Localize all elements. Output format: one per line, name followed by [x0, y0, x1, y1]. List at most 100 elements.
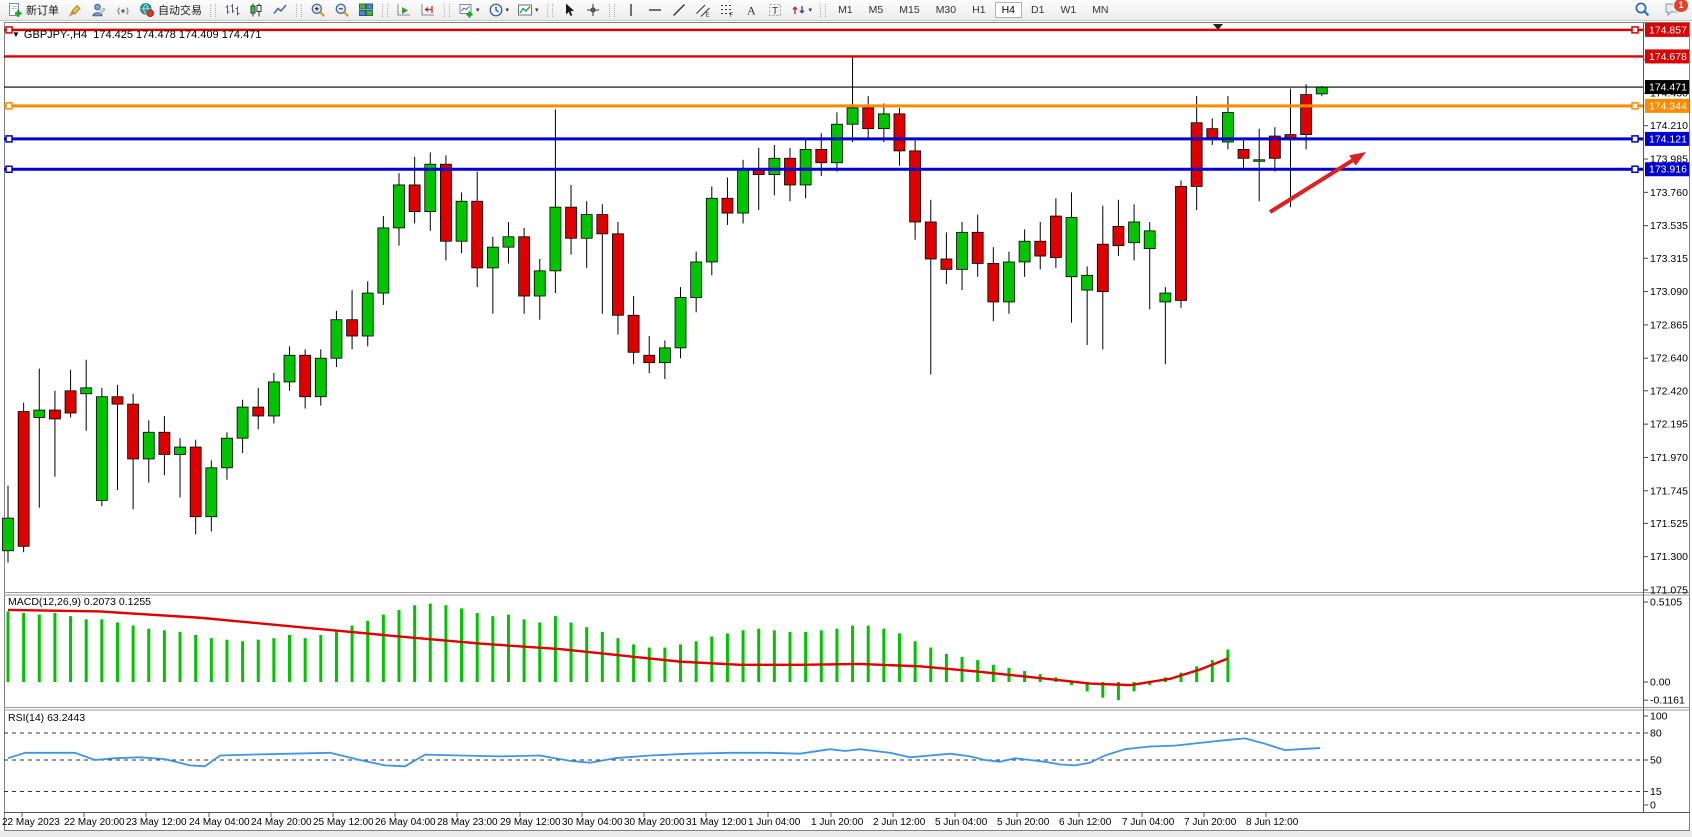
- level-line-handle[interactable]: [1632, 136, 1638, 142]
- chart-shift-button[interactable]: [416, 0, 440, 20]
- candle-body: [221, 438, 232, 468]
- auto-scroll-button[interactable]: [392, 0, 416, 20]
- chevron-down-icon: ▾: [476, 6, 480, 14]
- candle-body: [706, 198, 717, 262]
- equidistant-channel-button[interactable]: E: [691, 0, 715, 20]
- price-badge-label: 174.857: [1649, 24, 1687, 36]
- rsi-indicator-label: RSI(14) 63.2443: [8, 712, 85, 724]
- vertical-line-button[interactable]: [619, 0, 643, 20]
- level-line-handle[interactable]: [1632, 103, 1638, 109]
- timeframe-mn-button[interactable]: MN: [1085, 2, 1115, 18]
- candle-body: [347, 320, 358, 336]
- candle-body: [1082, 275, 1093, 290]
- candle-body: [1019, 241, 1030, 262]
- candle-body: [925, 222, 936, 259]
- candle-body: [534, 271, 545, 296]
- candle-body: [34, 410, 45, 417]
- timeframe-m1-button[interactable]: M1: [831, 2, 860, 18]
- timeframe-h1-button[interactable]: H1: [965, 2, 992, 18]
- candle-body: [378, 228, 389, 293]
- chevron-down-icon: ▾: [535, 6, 539, 14]
- autotrading-button[interactable]: 自动交易: [135, 0, 206, 20]
- candle-body: [800, 149, 811, 185]
- time-axis-label: 22 May 2023: [2, 817, 60, 828]
- candle-body: [284, 355, 295, 382]
- chart-window-frame: [5, 23, 1690, 831]
- candle-body: [1160, 293, 1171, 302]
- price-tick-label: 171.745: [1650, 485, 1688, 497]
- candle-body: [550, 207, 561, 271]
- candle-body: [831, 124, 842, 163]
- candle-body: [300, 355, 311, 396]
- level-line-handle[interactable]: [6, 166, 12, 172]
- candle-body: [1050, 216, 1061, 257]
- new-order-button[interactable]: 新订单: [3, 0, 63, 20]
- crosshair-button[interactable]: [581, 0, 605, 20]
- line-chart-icon: [272, 2, 288, 18]
- trendline-button[interactable]: [667, 0, 691, 20]
- timeframe-w1-button[interactable]: W1: [1053, 2, 1083, 18]
- publisher-button[interactable]: [87, 0, 111, 20]
- price-badge-label: 173.916: [1649, 164, 1687, 176]
- zoom-out-button[interactable]: [330, 0, 354, 20]
- level-line-handle[interactable]: [1632, 166, 1638, 172]
- timeframe-m5-button[interactable]: M5: [862, 2, 891, 18]
- level-line-handle[interactable]: [6, 136, 12, 142]
- price-tick-label: 173.315: [1650, 253, 1688, 265]
- search-button[interactable]: [1634, 1, 1652, 19]
- cursor-button[interactable]: [557, 0, 581, 20]
- new-chart-button[interactable]: ▾: [454, 0, 484, 20]
- candle-body: [237, 407, 248, 438]
- templates-button[interactable]: ▾: [513, 0, 543, 20]
- chart-canvas[interactable]: 174.655174.430174.210173.985173.760173.5…: [0, 0, 1692, 837]
- toolbar-separator: [296, 4, 302, 17]
- candlestick-chart-button[interactable]: [244, 0, 268, 20]
- price-tick-label: 173.535: [1650, 220, 1688, 232]
- timeframe-m30-button[interactable]: M30: [929, 2, 963, 18]
- zoom-in-button[interactable]: [306, 0, 330, 20]
- bar-chart-icon: [224, 2, 240, 18]
- candle-body: [81, 388, 92, 394]
- candle-body: [1113, 226, 1124, 245]
- macd-tick-label: 0.5105: [1650, 597, 1682, 609]
- macd-indicator-label: MACD(12,26,9) 0.2073 0.1255: [8, 596, 151, 608]
- text-label-button[interactable]: T: [763, 0, 787, 20]
- candle-body: [1238, 149, 1249, 158]
- candle-body: [1035, 241, 1046, 256]
- tile-windows-button[interactable]: [354, 0, 378, 20]
- timeframe-d1-button[interactable]: D1: [1024, 2, 1051, 18]
- price-tick-label: 172.420: [1650, 385, 1688, 397]
- candle-body: [957, 232, 968, 269]
- styler-button[interactable]: [63, 0, 87, 20]
- candle-body: [972, 232, 983, 263]
- periods-button[interactable]: ▾: [484, 0, 514, 20]
- chevron-down-icon: ▾: [809, 6, 813, 14]
- candle-body: [691, 262, 702, 298]
- text-button[interactable]: A: [739, 0, 763, 20]
- timeframe-h4-button[interactable]: H4: [995, 2, 1022, 18]
- toolbar-separator: [547, 4, 553, 17]
- toolbar: 新订单 自动交易 ▾ ▾ ▾ EFAT ▾ M1M5M15M30H1H4D1W1MN 1: [0, 0, 1692, 21]
- fibonacci-button[interactable]: F: [715, 0, 739, 20]
- autotrading-button-label: 自动交易: [158, 2, 202, 18]
- timeframe-m15-button[interactable]: M15: [892, 2, 926, 18]
- price-badge-label: 174.678: [1649, 51, 1687, 63]
- toolbar-separator: [210, 4, 216, 17]
- candle-body: [816, 149, 827, 162]
- arrows-button[interactable]: ▾: [787, 0, 817, 20]
- candle-body: [175, 447, 186, 454]
- new-order-button-label: 新订单: [26, 2, 59, 18]
- horizontal-line-button[interactable]: [643, 0, 667, 20]
- styler-icon: [67, 2, 83, 18]
- chat-button[interactable]: 1: [1664, 1, 1682, 19]
- line-chart-button[interactable]: [268, 0, 292, 20]
- level-line-handle[interactable]: [6, 103, 12, 109]
- candle-body: [1097, 244, 1108, 291]
- chevron-down-icon: ▾: [506, 6, 510, 14]
- bar-chart-button[interactable]: [220, 0, 244, 20]
- signals-button[interactable]: [111, 0, 135, 20]
- candle-body: [1129, 222, 1140, 243]
- price-badge-label: 174.121: [1649, 133, 1687, 145]
- time-axis-label: 29 May 12:00: [500, 817, 561, 828]
- level-line-handle[interactable]: [1632, 27, 1638, 33]
